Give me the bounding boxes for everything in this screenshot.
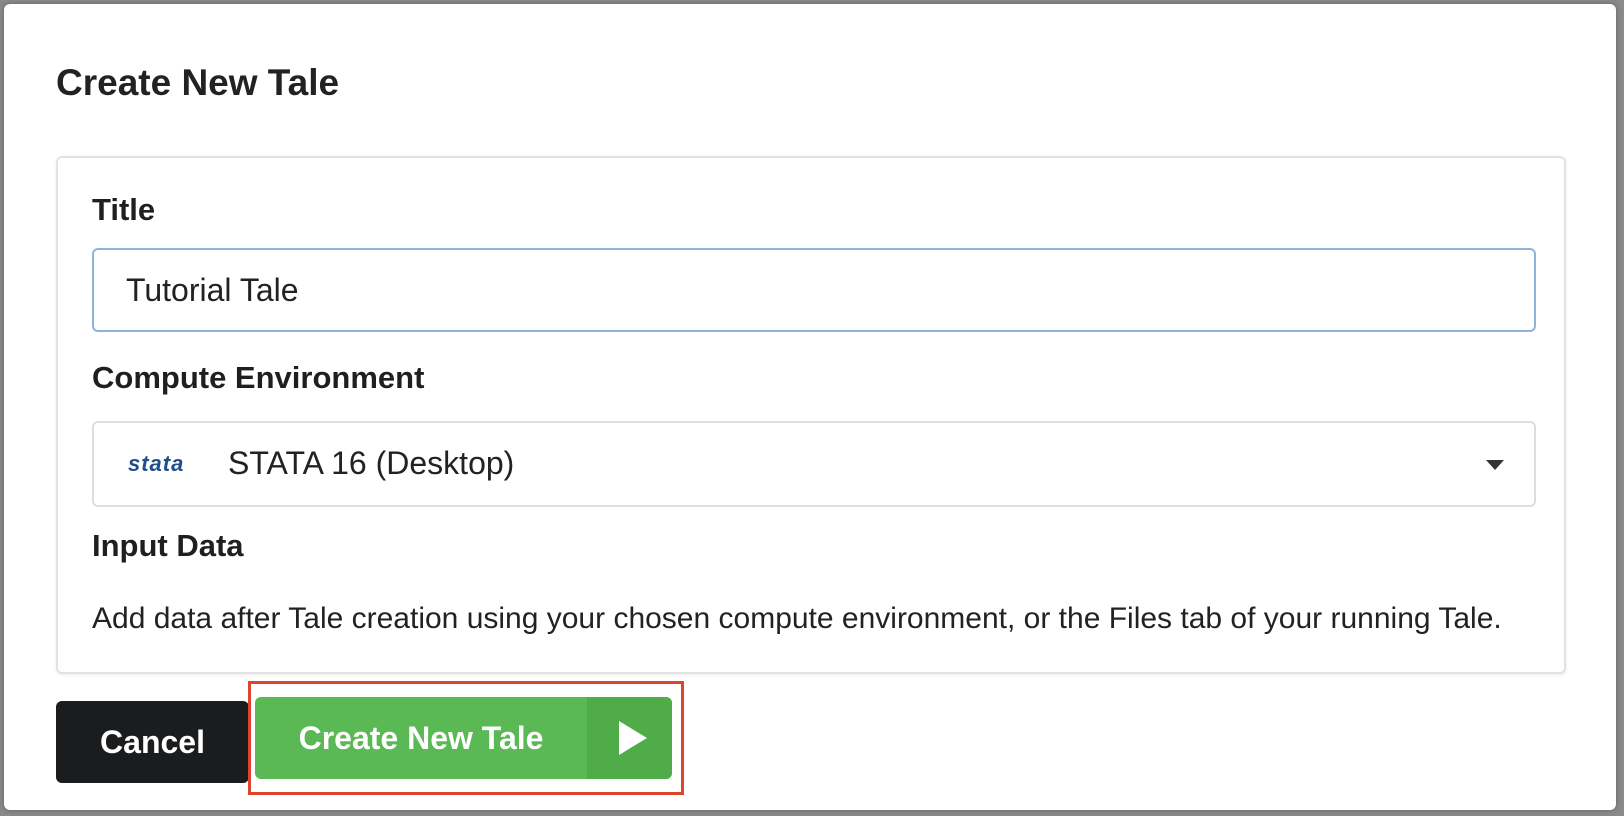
title-input[interactable] bbox=[92, 248, 1536, 332]
compute-environment-value: STATA 16 (Desktop) bbox=[228, 445, 515, 481]
tale-form: Title Compute Environment stata STATA 16… bbox=[56, 156, 1566, 674]
create-tale-modal: Create New Tale Title Compute Environmen… bbox=[4, 4, 1616, 810]
create-new-tale-button[interactable]: Create New Tale bbox=[255, 697, 672, 779]
compute-environment-label: Compute Environment bbox=[92, 360, 425, 395]
stata-logo-icon: stata bbox=[128, 451, 185, 476]
create-new-tale-label: Create New Tale bbox=[298, 720, 544, 756]
compute-environment-dropdown[interactable]: stata STATA 16 (Desktop) bbox=[92, 421, 1536, 507]
play-icon bbox=[619, 721, 647, 755]
caret-down-icon[interactable] bbox=[1486, 460, 1504, 470]
input-data-label: Input Data bbox=[92, 528, 244, 563]
input-data-help-text: Add data after Tale creation using your … bbox=[92, 602, 1502, 635]
title-label: Title bbox=[92, 192, 156, 227]
modal-title: Create New Tale bbox=[56, 62, 340, 103]
cancel-button[interactable]: Cancel bbox=[56, 701, 249, 783]
create-button-icon-area bbox=[587, 697, 672, 779]
